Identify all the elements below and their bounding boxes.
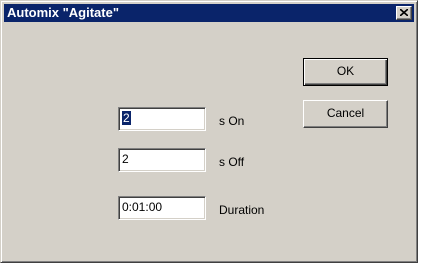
- on-seconds-field[interactable]: 2: [118, 107, 206, 131]
- ok-button[interactable]: OK: [303, 58, 388, 86]
- title-bar[interactable]: Automix "Agitate": [4, 4, 414, 22]
- duration-field[interactable]: 0:01:00: [118, 196, 206, 220]
- duration-value: 0:01:00: [122, 200, 163, 214]
- cancel-button[interactable]: Cancel: [303, 100, 388, 128]
- off-seconds-label: s Off: [219, 155, 245, 169]
- automix-dialog: Automix "Agitate" 2 s On 2 s Off 0:01:00…: [0, 0, 418, 263]
- duration-label: Duration: [219, 203, 265, 217]
- on-seconds-value: 2: [122, 111, 131, 125]
- close-button[interactable]: [396, 6, 412, 20]
- off-seconds-value: 2: [122, 152, 129, 166]
- on-seconds-label: s On: [219, 114, 245, 128]
- close-icon: [400, 9, 408, 16]
- window-title: Automix "Agitate": [7, 5, 119, 20]
- off-seconds-field[interactable]: 2: [118, 148, 206, 172]
